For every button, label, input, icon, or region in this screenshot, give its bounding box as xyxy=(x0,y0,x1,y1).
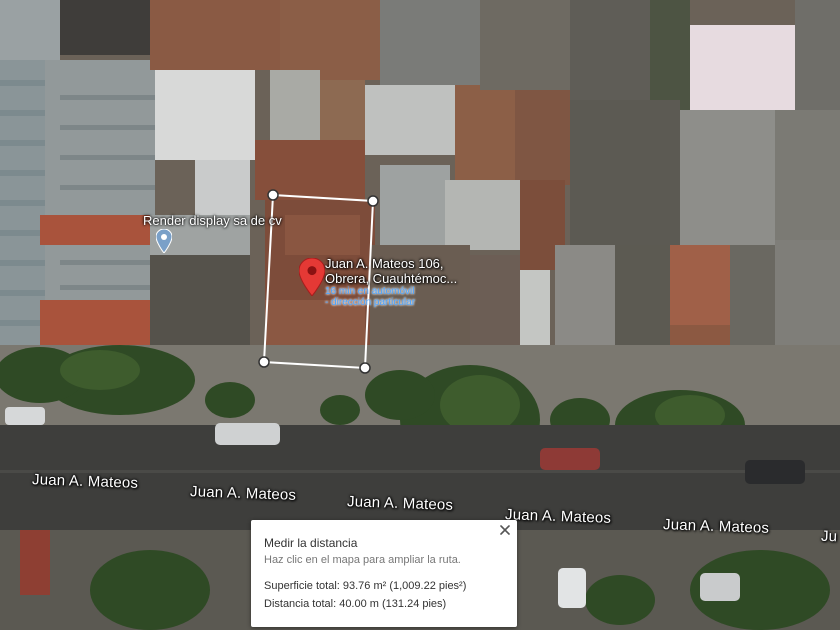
measure-total-area: Superficie total: 93.76 m² (1,009.22 pie… xyxy=(264,580,467,592)
close-icon[interactable] xyxy=(497,522,513,538)
place-label[interactable]: Render display sa de cv xyxy=(143,213,282,228)
street-label: Juan A. Mateos xyxy=(504,506,612,527)
measure-vertex-handle[interactable] xyxy=(267,189,279,201)
street-label: Ju xyxy=(820,527,838,546)
place-pin-icon[interactable] xyxy=(156,229,172,253)
measure-title: Medir la distancia xyxy=(264,536,358,550)
red-location-pin-icon[interactable] xyxy=(299,258,325,296)
pin-title-line1[interactable]: Juan A. Mateos 106, xyxy=(325,256,444,271)
measure-total-distance: Distancia total: 40.00 m (131.24 pies) xyxy=(264,598,447,610)
street-label: Juan A. Mateos xyxy=(346,493,454,514)
street-label: Juan A. Mateos xyxy=(31,471,139,492)
measure-distance-panel: Medir la distancia Haz clic en el mapa p… xyxy=(251,520,517,627)
street-label: Juan A. Mateos xyxy=(189,483,297,504)
measure-vertex-handle[interactable] xyxy=(359,362,371,374)
pin-title-line2[interactable]: Obrera, Cuauhtémoc... xyxy=(325,271,457,286)
street-label: Juan A. Mateos xyxy=(662,516,770,537)
pin-commute-line1[interactable]: 16 min en automóvil xyxy=(325,286,415,297)
measure-vertex-handle[interactable] xyxy=(258,356,270,368)
pin-commute-line2[interactable]: - dirección particular xyxy=(325,297,415,308)
measure-vertex-handle[interactable] xyxy=(367,195,379,207)
measure-hint: Haz clic en el mapa para ampliar la ruta… xyxy=(264,554,461,566)
